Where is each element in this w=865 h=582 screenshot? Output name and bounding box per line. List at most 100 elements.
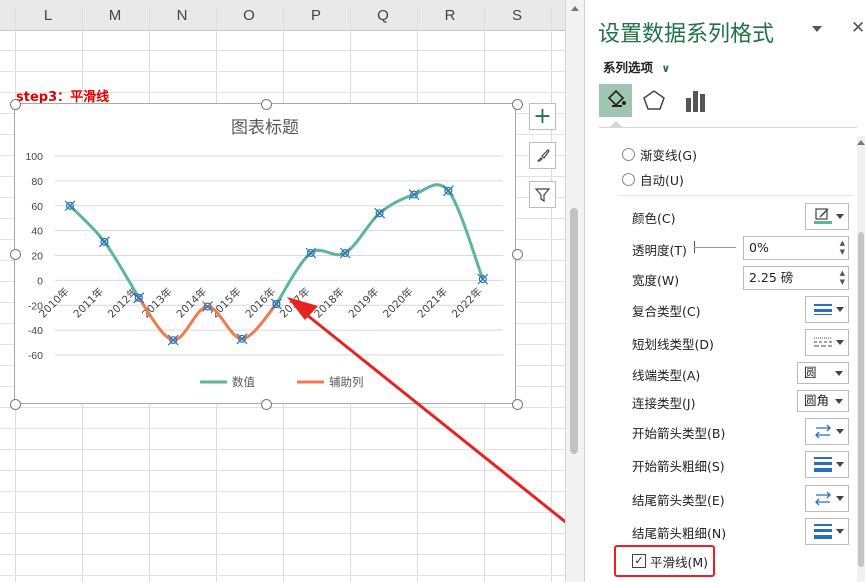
line-weight-icon [814,524,832,539]
width-input[interactable]: 2.25 磅 ▲ ▼ [743,266,849,290]
resize-handle-bottom-left[interactable] [10,399,21,410]
cap-type-value: 圆 [804,365,817,380]
auto-radio[interactable] [622,173,635,186]
chart-area[interactable]: 图表标题 100 80 60 40 20 0 -20 -40 -60 2010年 2011年 2012年… [14,103,516,404]
x-tick-label: 2021年 [415,285,451,321]
y-tick-label: -60 [28,350,43,362]
grid-row-line [0,407,565,408]
x-tick-label: 2013年 [139,285,175,321]
gradient-line-label: 渐变线(G) [640,148,697,163]
header-divider [215,8,217,30]
y-tick-label: 40 [31,226,43,238]
resize-handle-top-right[interactable] [512,99,523,110]
dash-type-dropdown[interactable] [805,329,849,356]
grid-row-line [0,71,565,72]
series-line-value [68,204,141,300]
tab-fill-line[interactable] [599,84,632,117]
column-header-o[interactable]: O [234,0,264,30]
end-arrow-type-dropdown[interactable] [805,485,849,512]
sheet-scroll-thumb[interactable] [570,208,578,454]
header-divider [148,8,150,30]
column-header-s[interactable]: S [502,0,532,30]
begin-arrow-size-dropdown[interactable] [805,451,849,478]
x-tick-label: 2020年 [380,285,416,321]
tab-divider [599,127,857,128]
grid-row-line [0,554,565,555]
column-header-r[interactable]: R [435,0,465,30]
grid-row-line [0,491,565,492]
header-divider [483,8,485,30]
begin-arrow-type-dropdown[interactable] [805,418,849,445]
dash-type-label: 短划线类型(D) [632,337,714,352]
series-options-icon[interactable] [680,84,713,117]
column-header-bar: L M N O P Q R S [0,0,565,31]
arrows-icon [815,491,831,506]
resize-handle-right[interactable] [512,249,523,260]
compound-type-label: 复合类型(C) [632,304,701,319]
smooth-line-checkbox[interactable]: ✓ [632,554,646,568]
y-tick-label: 100 [25,151,43,163]
resize-handle-top-left[interactable] [10,99,21,110]
x-tick-label: 2011年 [71,285,107,321]
y-tick-label: 20 [31,251,43,263]
chart-title: 图表标题 [231,118,299,138]
plus-icon: + [533,103,552,129]
spin-up-icon[interactable]: ▲ [840,270,845,277]
series-options-dropdown[interactable]: 系列选项 ∨ [603,57,670,76]
resize-handle-bottom-right[interactable] [512,399,523,410]
column-header-l[interactable]: L [33,0,63,30]
close-icon[interactable]: ✕ [851,18,865,38]
column-header-m[interactable]: M [100,0,130,30]
arrows-icon [815,424,831,439]
header-divider [416,8,418,30]
cap-type-label: 线端类型(A) [632,368,701,383]
pane-scroll-thumb[interactable] [858,232,864,567]
gradient-line-radio[interactable] [622,148,635,161]
paint-bucket-icon [607,89,626,107]
grid-row-line [0,449,565,450]
end-arrow-type-label: 结尾箭头类型(E) [632,493,725,508]
join-type-label: 连接类型(J) [632,396,696,411]
join-type-value: 圆角 [804,393,830,408]
x-tick-label: 2015年 [208,285,244,321]
compound-lines-icon [814,304,832,315]
auto-label: 自动(U) [640,173,684,188]
spin-down-icon[interactable]: ▼ [840,249,845,256]
grid-row-line [0,575,565,576]
width-label: 宽度(W) [632,273,680,288]
width-value: 2.25 磅 [749,270,794,285]
transparency-slider[interactable] [694,241,736,253]
join-type-select[interactable]: 圆角 [797,390,849,412]
column-header-n[interactable]: N [167,0,197,30]
chart-styles-button[interactable] [529,142,556,169]
compound-type-dropdown[interactable] [805,296,849,323]
header-divider [14,8,16,30]
end-arrow-size-dropdown[interactable] [805,518,849,545]
series-line-value [274,183,485,306]
resize-handle-left[interactable] [10,249,21,260]
chart-filters-button[interactable] [529,181,556,208]
transparency-value: 0% [749,240,769,255]
begin-arrow-type-label: 开始箭头类型(B) [632,426,726,441]
y-tick-label: -40 [28,325,43,337]
spin-down-icon[interactable]: ▼ [840,279,845,286]
header-divider [349,8,351,30]
transparency-input[interactable]: 0% ▲ ▼ [743,236,849,260]
column-header-p[interactable]: P [301,0,331,30]
chevron-down-icon: ∨ [661,62,671,75]
cap-type-select[interactable]: 圆 [797,362,849,384]
line-chart[interactable]: 图表标题100806040200-20-40-602010年 2011年 2012年… [15,104,515,403]
resize-handle-bottom[interactable] [261,399,272,410]
legend-label: 数值 [232,375,255,389]
resize-handle-top[interactable] [261,99,272,110]
chart-elements-button[interactable]: + [529,103,556,130]
scroll-up-icon[interactable] [571,6,579,11]
pane-scroll-up-icon[interactable] [857,140,865,145]
line-color-picker[interactable] [805,203,849,230]
column-header-q[interactable]: Q [368,0,398,30]
spin-up-icon[interactable]: ▲ [840,240,845,247]
pane-options-chevron[interactable] [812,26,822,32]
x-tick-label: 2017年 [277,285,313,321]
section-divider [617,195,852,196]
effects-icon[interactable] [638,84,671,117]
